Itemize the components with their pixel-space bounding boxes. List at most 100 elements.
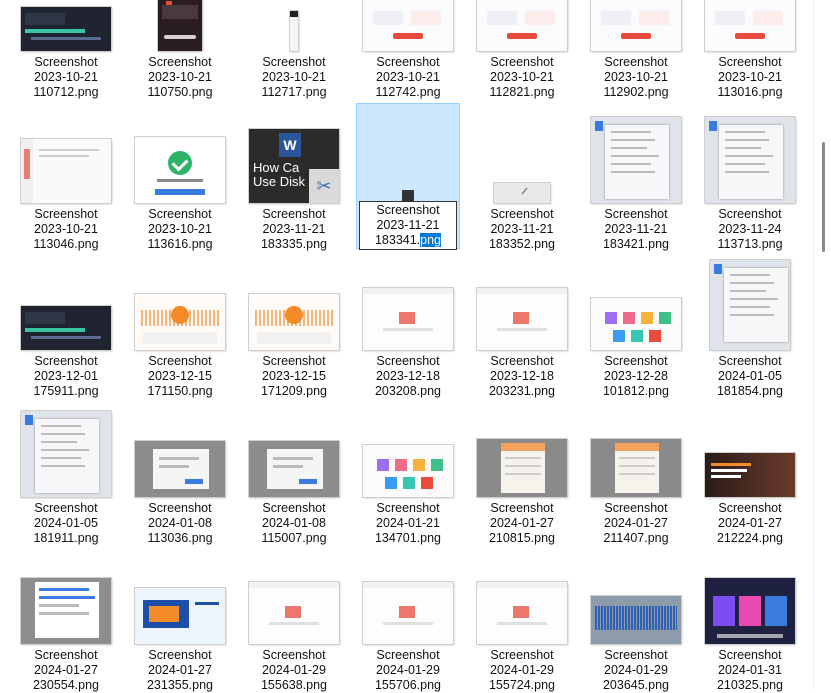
file-name-line: 2023-11-21 <box>490 222 554 236</box>
file-name-line: 203231.png <box>488 384 556 398</box>
file-thumbnail <box>249 582 339 644</box>
file-item[interactable]: Screenshot 2024-01-08 115007.png <box>242 398 346 545</box>
file-name: Screenshot 2024-01-08 113036.png <box>129 501 231 546</box>
file-item[interactable]: Screenshot 2023-12-28 101812.png <box>584 251 688 399</box>
file-item[interactable]: Screenshot 2023-12-15 171209.png <box>242 251 346 398</box>
file-name-line: 2023-12-01 <box>34 369 98 383</box>
file-name-line: 211407.png <box>603 531 669 545</box>
file-name-line: Screenshot <box>262 354 326 368</box>
file-name-line: 112742.png <box>375 85 441 99</box>
file-item[interactable]: W How Ca Use Disk ✂ Screenshot 2023-11-21 183… <box>242 104 346 252</box>
file-thumbnail <box>363 582 453 644</box>
file-thumbnail <box>494 183 550 203</box>
file-item[interactable]: Screenshot 2023-11-21 183421.png <box>584 104 688 251</box>
file-name: Screenshot 2023-10-21 112742.png <box>357 55 459 100</box>
file-item[interactable]: Screenshot 2023-11-21 183352.png <box>470 104 574 252</box>
file-name-line: 2023-11-24 <box>718 222 782 236</box>
file-name-line: Screenshot <box>148 207 212 221</box>
file-name-line: 2024-01-27 <box>490 516 554 530</box>
file-item[interactable]: Screenshot 2024-01-08 113036.png <box>128 398 232 546</box>
file-name-line: Screenshot <box>376 501 440 515</box>
file-item[interactable]: Screenshot 2024-01-29 203645.png <box>584 545 688 693</box>
file-item[interactable]: Screenshot 2023-12-18 203208.png <box>356 251 460 398</box>
file-name-line: Screenshot <box>718 55 782 69</box>
file-thumbnail <box>705 578 795 644</box>
file-item[interactable]: Screenshot 2024-01-27 210815.png <box>470 398 574 546</box>
file-name-line: Screenshot <box>262 648 326 662</box>
file-thumbnail <box>21 306 111 350</box>
file-item[interactable]: Screenshot 2024-01-27 231355.png <box>128 545 232 692</box>
file-name: Screenshot 2023-12-15 171150.png <box>129 354 231 399</box>
file-thumbnail: W How Ca Use Disk ✂ <box>249 129 339 203</box>
file-item[interactable]: Screenshot 2024-01-05 181911.png <box>14 398 118 546</box>
file-name: Screenshot 2024-01-27 210815.png <box>471 501 573 546</box>
file-thumbnail <box>21 578 111 644</box>
file-name-line: 2023-12-18 <box>376 369 440 383</box>
file-name: Screenshot 2023-10-21 112821.png <box>471 55 573 100</box>
rename-textbox[interactable]: Screenshot 2023-11-21 183341.png <box>359 201 457 250</box>
file-name-line: Screenshot <box>148 501 212 515</box>
file-item[interactable]: Screenshot 2024-01-29 155724.png <box>470 545 574 692</box>
file-item[interactable]: Screenshot 2024-01-27 211407.png <box>584 398 688 546</box>
file-name-line: 203208.png <box>374 384 442 398</box>
file-thumbnail <box>591 0 681 51</box>
file-item[interactable]: Screenshot 2024-01-21 134701.png <box>356 398 460 546</box>
file-name-line: 112821.png <box>489 85 555 99</box>
file-name: Screenshot 2024-01-27 211407.png <box>585 501 687 546</box>
file-name-line: 113036.png <box>147 531 213 545</box>
file-name: Screenshot 2023-11-21 183335.png <box>243 207 345 252</box>
file-thumbnail <box>363 288 453 350</box>
file-item[interactable]: Screenshot 2023-11-21 183341.png <box>356 103 460 250</box>
file-name: Screenshot 2024-01-21 134701.png <box>357 501 459 546</box>
file-item[interactable]: Screenshot 2023-10-21 113046.png <box>14 104 118 251</box>
vertical-scrollbar[interactable] <box>813 0 831 691</box>
file-item[interactable]: Screenshot 2024-01-31 210325.png <box>698 545 802 692</box>
file-name-line: Screenshot <box>604 55 668 69</box>
file-name: Screenshot 2023-11-21 183352.png <box>471 207 573 252</box>
file-item[interactable]: Screenshot 2023-11-24 113713.png <box>698 104 802 251</box>
file-name-line: 113616.png <box>147 237 213 251</box>
file-name: Screenshot 2024-01-05 181911.png <box>15 501 117 546</box>
file-item[interactable]: Screenshot 2023-12-18 203231.png <box>470 251 574 398</box>
file-name: Screenshot 2024-01-29 203645.png <box>585 648 687 693</box>
file-name-line: Screenshot <box>490 55 554 69</box>
file-name-line: 2024-01-21 <box>376 516 440 530</box>
file-name-line: 2023-10-21 <box>34 70 98 84</box>
file-thumbnail <box>705 117 795 203</box>
file-name-line: 183352.png <box>488 237 556 251</box>
scissors-icon: ✂ <box>309 169 339 203</box>
file-name-line: 181854.png <box>716 384 784 398</box>
file-item[interactable]: Screenshot 2023-12-15 171150.png <box>128 251 232 399</box>
file-item[interactable]: Screenshot 2024-01-29 155638.png <box>242 545 346 693</box>
file-name: Screenshot 2024-01-27 212224.png <box>699 501 801 546</box>
file-item[interactable]: Screenshot 2024-01-29 155706.png <box>356 545 460 693</box>
file-name-line: Screenshot <box>34 648 98 662</box>
file-thumbnail <box>249 294 339 350</box>
file-name-line: 134701.png <box>374 531 442 545</box>
file-name-line: 2023-10-21 <box>34 222 98 236</box>
file-item[interactable]: Screenshot 2024-01-27 230554.png <box>14 545 118 693</box>
file-name: Screenshot 2023-12-28 101812.png <box>585 354 687 399</box>
file-name-line: 112717.png <box>261 85 327 99</box>
file-name: Screenshot 2024-01-27 230554.png <box>15 648 117 693</box>
file-item[interactable]: Screenshot 2024-01-05 181854.png <box>698 251 802 398</box>
file-name: Screenshot 2024-01-29 155706.png <box>357 648 459 693</box>
file-item[interactable]: Screenshot 2023-12-01 175911.png <box>14 251 118 398</box>
file-item[interactable]: Screenshot 2024-01-27 212224.png <box>698 398 802 546</box>
file-thumbnail <box>363 445 453 497</box>
file-name-line: Screenshot <box>148 354 212 368</box>
file-name-line: 2023-10-21 <box>148 70 212 84</box>
file-name-line: 113046.png <box>33 237 99 251</box>
file-name-line: Screenshot <box>376 648 440 662</box>
file-name-line: 2023-10-21 <box>262 70 326 84</box>
file-name: Screenshot 2023-10-21 113016.png <box>699 55 801 100</box>
file-thumbnail <box>21 139 111 203</box>
file-thumbnail <box>135 294 225 350</box>
file-thumbnail <box>21 7 111 51</box>
scrollbar-thumb[interactable] <box>822 142 825 252</box>
file-item[interactable]: Screenshot 2023-10-21 113616.png <box>128 104 232 251</box>
file-name-line: Screenshot <box>34 55 98 69</box>
file-name: Screenshot 2024-01-29 155638.png <box>243 648 345 693</box>
file-name-line: 110750.png <box>147 85 213 99</box>
file-name-line: 210815.png <box>488 531 556 545</box>
